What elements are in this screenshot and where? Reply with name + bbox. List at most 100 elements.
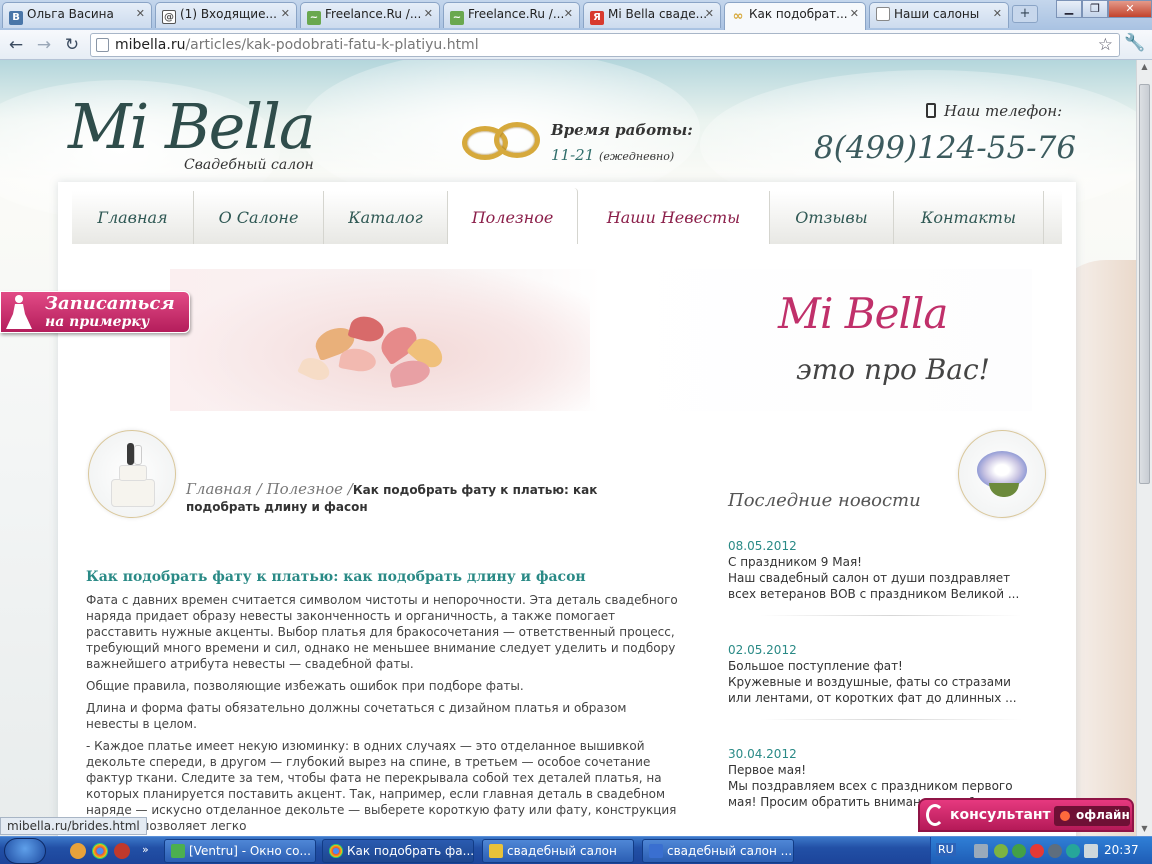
reload-icon[interactable]: ↻ xyxy=(60,33,84,57)
freelance-icon: ~ xyxy=(450,11,464,25)
bouquet-image xyxy=(958,430,1046,518)
news-item: 08.05.2012 С праздником 9 Мая! Наш сваде… xyxy=(728,538,1028,602)
logo-subtitle: Свадебный салон xyxy=(184,157,314,173)
consultant-icon xyxy=(926,804,944,826)
online-consultant-widget[interactable]: консультант офлайн xyxy=(918,798,1134,832)
tray-app-icon[interactable] xyxy=(1048,844,1062,858)
scrollbar-thumb[interactable] xyxy=(1139,84,1150,484)
menu-item-about[interactable]: О Салоне xyxy=(194,191,324,244)
vk-icon: B xyxy=(9,11,23,25)
menu-item-catalog[interactable]: Каталог xyxy=(324,191,448,244)
folder-icon xyxy=(489,844,503,858)
menu-item-contacts[interactable]: Контакты xyxy=(894,191,1044,244)
menu-item-useful[interactable]: Полезное xyxy=(448,188,578,244)
news-date: 08.05.2012 xyxy=(728,539,797,553)
browser-tab[interactable]: @ (1) Входящие... ✕ xyxy=(155,2,297,28)
page-viewport: Mi Bella Свадебный салон Время работы: 1… xyxy=(0,60,1136,840)
close-tab-icon[interactable]: ✕ xyxy=(564,7,573,20)
scroll-down-arrow[interactable]: ▼ xyxy=(1139,824,1150,836)
phone-number[interactable]: 8(499)124-55-76 xyxy=(814,130,1076,166)
close-tab-icon[interactable]: ✕ xyxy=(136,7,145,20)
page-icon xyxy=(96,38,109,52)
clock[interactable]: 20:37 xyxy=(1104,843,1139,857)
url-text: mibella.ru/articles/kak-podobrati-fatu-k… xyxy=(115,37,479,53)
rings-icon: ∞ xyxy=(732,9,744,24)
article-paragraph: Фата с давних времен считается символом … xyxy=(86,593,678,671)
browser-tab[interactable]: Наши салоны ✕ xyxy=(869,2,1009,28)
menu-item-home[interactable]: Главная xyxy=(72,191,194,244)
language-indicator[interactable]: RU xyxy=(936,843,956,856)
close-tab-icon[interactable]: ✕ xyxy=(993,7,1002,20)
banner-title: Mi Bella xyxy=(778,289,948,338)
scroll-up-arrow[interactable]: ▲ xyxy=(1139,62,1150,74)
hero-banner: Mi Bella это про Вас! xyxy=(170,269,1032,411)
browser-tab[interactable]: ~ Freelance.Ru /... ✕ xyxy=(443,2,580,28)
browser-toolbar: ← → ↻ mibella.ru/articles/kak-podobrati-… xyxy=(0,30,1152,60)
browser-tab-active[interactable]: ∞ Как подобрат... ✕ xyxy=(724,2,866,30)
menu-end xyxy=(1044,191,1062,244)
consultant-status-badge: офлайн xyxy=(1054,806,1130,826)
network-icon[interactable] xyxy=(974,844,988,858)
close-tab-icon[interactable]: ✕ xyxy=(705,7,714,20)
volume-icon[interactable] xyxy=(1084,844,1098,858)
article-paragraph: Длина и форма фаты обязательно должны со… xyxy=(86,701,627,731)
close-tab-icon[interactable]: ✕ xyxy=(424,7,433,20)
news-title[interactable]: Большое поступление фат! xyxy=(728,658,1028,674)
minimize-button[interactable]: ▁ xyxy=(1056,0,1082,18)
bride-silhouette-icon xyxy=(6,295,32,329)
browser-tab-strip: B Ольга Васина ✕ @ (1) Входящие... ✕ ~ Freela… xyxy=(0,0,1152,30)
new-tab-button[interactable]: + xyxy=(1012,5,1038,23)
vertical-scrollbar[interactable]: ▲ ▼ xyxy=(1136,60,1152,840)
main-menu: Главная О Салоне Каталог Полезное Наши Н… xyxy=(72,188,1062,244)
back-arrow-icon[interactable]: ← xyxy=(4,33,28,57)
browser-tab[interactable]: Я Mi Bella сваде... ✕ xyxy=(583,2,721,28)
tray-app-icon[interactable] xyxy=(994,844,1008,858)
browser-tab[interactable]: B Ольга Васина ✕ xyxy=(2,2,152,28)
quicklaunch-more-icon[interactable]: » xyxy=(142,843,149,856)
close-tab-icon[interactable]: ✕ xyxy=(281,7,290,20)
tray-app-icon[interactable] xyxy=(1066,844,1080,858)
fitting-signup-button[interactable]: Записаться на примерку xyxy=(0,291,190,333)
tray-app-icon[interactable] xyxy=(1030,844,1044,858)
chrome-icon xyxy=(329,844,343,858)
news-title[interactable]: Первое мая! xyxy=(728,762,1028,778)
breadcrumb-section[interactable]: Полезное xyxy=(267,480,344,498)
taskbar-item[interactable]: свадебный салон xyxy=(482,839,634,863)
restore-button[interactable]: ❐ xyxy=(1082,0,1108,18)
news-text: Наш свадебный салон от души поздравляет … xyxy=(728,571,1020,601)
freelance-icon: ~ xyxy=(307,11,321,25)
site-logo[interactable]: Mi Bella xyxy=(68,90,316,163)
address-bar[interactable]: mibella.ru/articles/kak-podobrati-fatu-k… xyxy=(90,33,1120,57)
wedding-cake-image xyxy=(88,430,176,518)
news-title[interactable]: С праздником 9 Мая! xyxy=(728,554,1028,570)
banner-subtitle: это про Вас! xyxy=(796,353,990,386)
news-date: 30.04.2012 xyxy=(728,747,797,761)
quicklaunch-icon[interactable] xyxy=(70,843,86,859)
browser-tab[interactable]: ~ Freelance.Ru /... ✕ xyxy=(300,2,440,28)
chrome-icon[interactable] xyxy=(92,843,108,859)
bookmark-star-icon[interactable]: ☆ xyxy=(1098,35,1113,55)
yandex-icon: Я xyxy=(590,11,604,25)
page-icon xyxy=(876,7,890,21)
status-dot-icon xyxy=(1060,811,1070,821)
taskbar-item[interactable]: свадебный салон ... xyxy=(642,839,794,863)
news-item: 02.05.2012 Большое поступление фат! Круж… xyxy=(728,642,1028,706)
breadcrumb: Главная / Полезное /Как подобрать фату к… xyxy=(186,480,598,514)
forward-arrow-icon[interactable]: → xyxy=(32,33,56,57)
close-tab-icon[interactable]: ✕ xyxy=(850,7,859,20)
breadcrumb-home[interactable]: Главная xyxy=(186,480,252,498)
tray-app-icon[interactable] xyxy=(1012,844,1026,858)
start-button[interactable] xyxy=(4,838,46,864)
taskbar-item[interactable]: [Ventru] - Окно со... xyxy=(164,839,316,863)
hands-with-petals-image xyxy=(180,269,590,411)
menu-item-brides[interactable]: Наши Невесты xyxy=(578,191,770,244)
wrench-icon[interactable]: 🔧 xyxy=(1124,33,1145,53)
news-text: Кружевные и воздушные, фаты со стразами … xyxy=(728,675,1017,705)
article-paragraph: - Каждое платье имеет некую изюминку: в … xyxy=(86,739,677,833)
menu-item-reviews[interactable]: Отзывы xyxy=(770,191,894,244)
quicklaunch-icon[interactable] xyxy=(114,843,130,859)
phone-icon xyxy=(926,103,936,118)
taskbar-item-active[interactable]: Как подобрать фа... xyxy=(322,839,474,863)
news-heading: Последние новости xyxy=(728,490,921,511)
window-close-button[interactable]: ✕ xyxy=(1108,0,1152,18)
